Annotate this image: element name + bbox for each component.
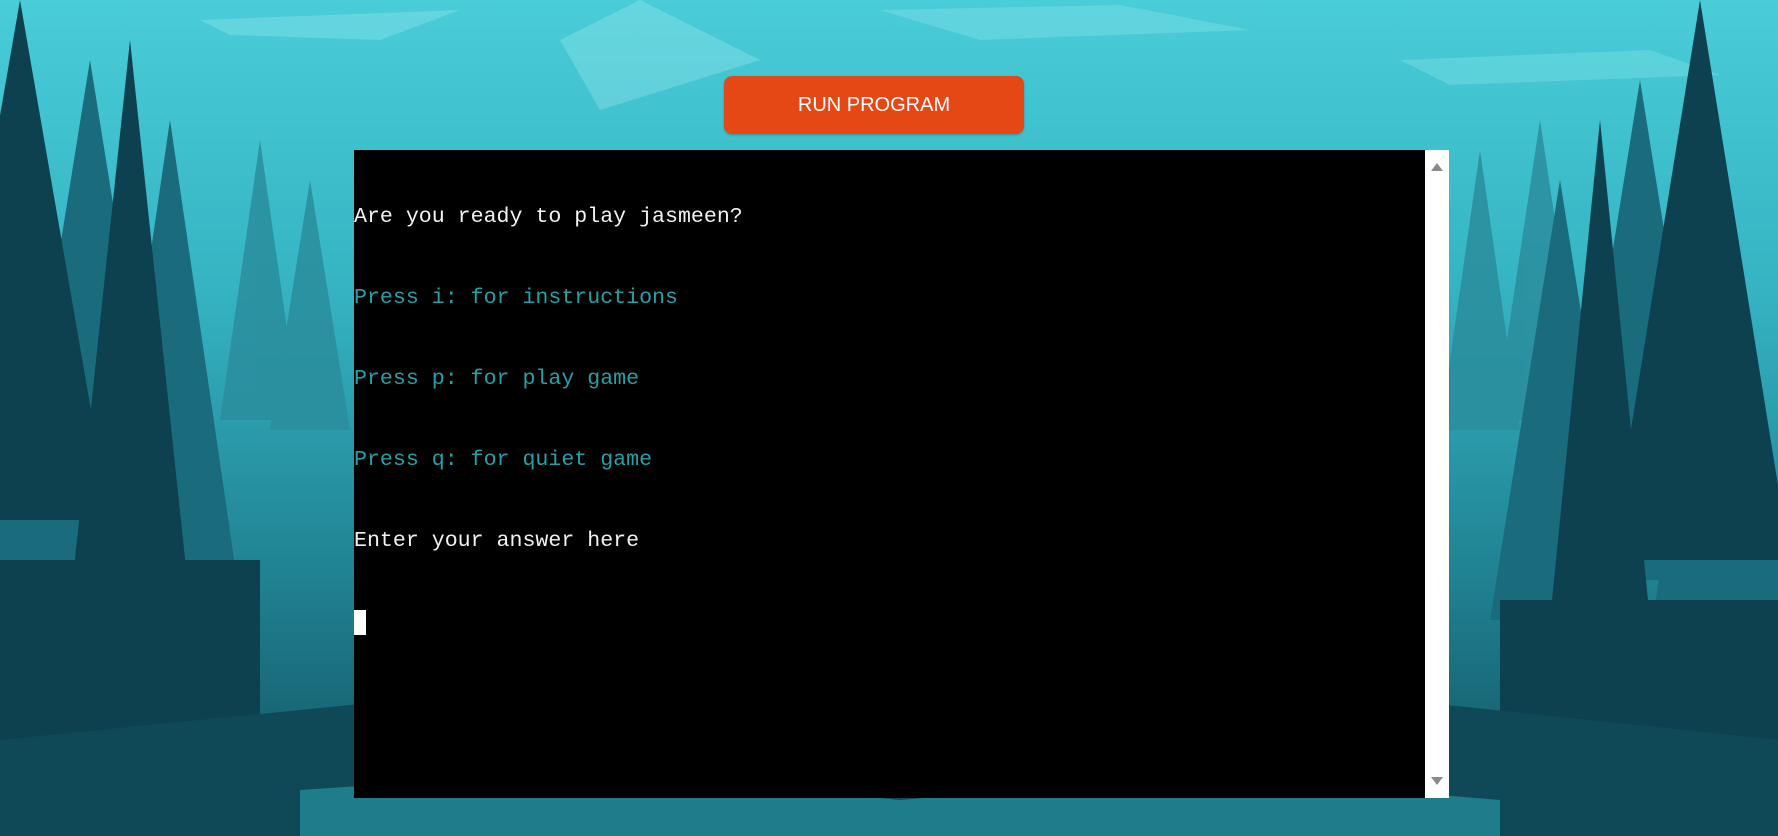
terminal-line-prompt: Are you ready to play jasmeen? <box>354 205 743 229</box>
scroll-down-arrow-icon[interactable] <box>1431 777 1443 785</box>
terminal-input-line[interactable] <box>354 609 1425 636</box>
terminal-line-instructions-option: Press i: for instructions <box>354 286 678 310</box>
terminal-line-quit-option: Press q: for quiet game <box>354 448 653 472</box>
run-program-button[interactable]: RUN PROGRAM <box>724 76 1024 134</box>
terminal-scrollbar[interactable] <box>1425 150 1449 798</box>
terminal-line-answer-prompt: Enter your answer here <box>354 529 640 553</box>
scroll-up-arrow-icon[interactable] <box>1431 163 1443 171</box>
terminal-line-play-option: Press p: for play game <box>354 367 640 391</box>
terminal-window[interactable]: Are you ready to play jasmeen? Press i: … <box>354 150 1449 798</box>
text-cursor <box>354 610 366 635</box>
terminal-output: Are you ready to play jasmeen? Press i: … <box>354 150 1425 798</box>
